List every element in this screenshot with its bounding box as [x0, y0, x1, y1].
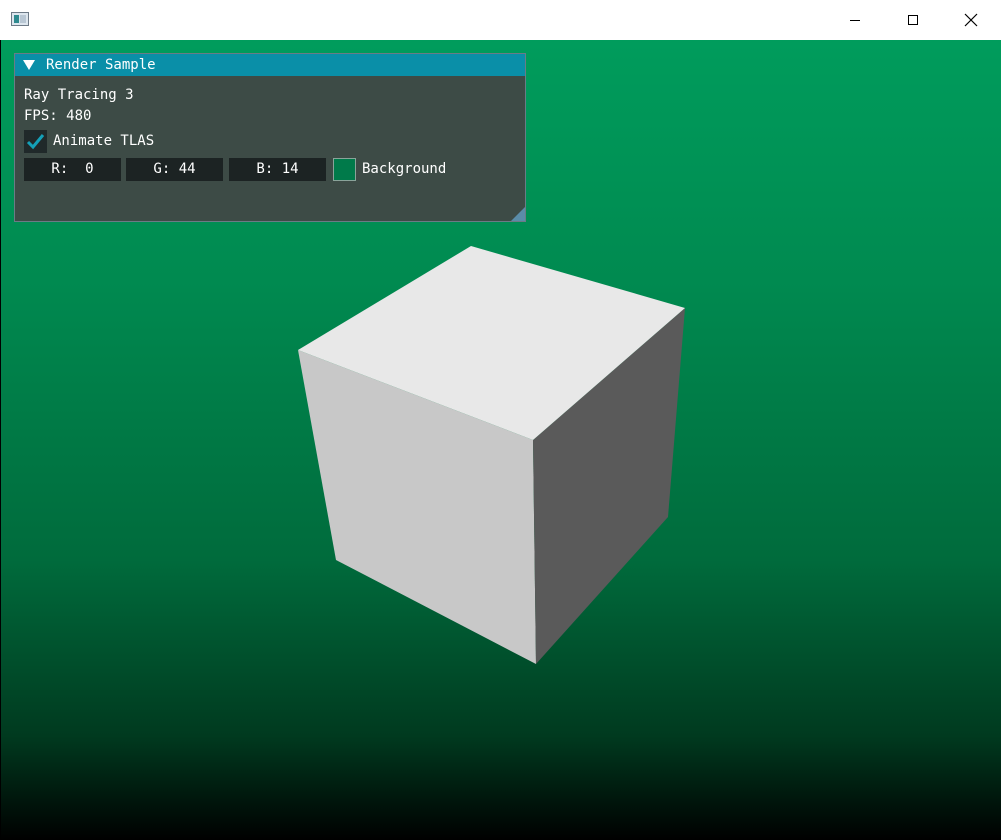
background-color-swatch[interactable] [333, 158, 356, 181]
red-channel-field[interactable]: R: 0 [24, 158, 121, 181]
blue-channel-field[interactable]: B: 14 [229, 158, 326, 181]
panel-title: Render Sample [46, 57, 156, 73]
close-button[interactable] [942, 0, 1000, 40]
checkmark-icon [26, 134, 45, 150]
render-sample-panel[interactable]: Render Sample Ray Tracing 3 FPS: 480 Ani… [14, 53, 526, 222]
close-icon [964, 13, 978, 27]
sample-name: Ray Tracing 3 [24, 87, 134, 103]
animate-tlas-checkbox[interactable] [24, 130, 47, 153]
animate-tlas-label[interactable]: Animate TLAS [53, 132, 154, 150]
green-channel-field[interactable]: G: 44 [126, 158, 223, 181]
collapse-triangle-icon[interactable] [23, 60, 35, 70]
maximize-button[interactable] [884, 0, 942, 40]
application-window: Render Sample Ray Tracing 3 FPS: 480 Ani… [0, 0, 1001, 840]
background-label: Background [362, 161, 447, 177]
maximize-icon [908, 15, 918, 25]
fps-label: FPS: 480 [24, 108, 92, 124]
panel-header[interactable]: Render Sample [15, 54, 525, 76]
minimize-button[interactable] [826, 0, 884, 40]
title-bar[interactable] [0, 0, 1001, 40]
resize-grip[interactable] [511, 207, 525, 221]
minimize-icon [850, 20, 860, 21]
app-window-icon [11, 12, 29, 26]
